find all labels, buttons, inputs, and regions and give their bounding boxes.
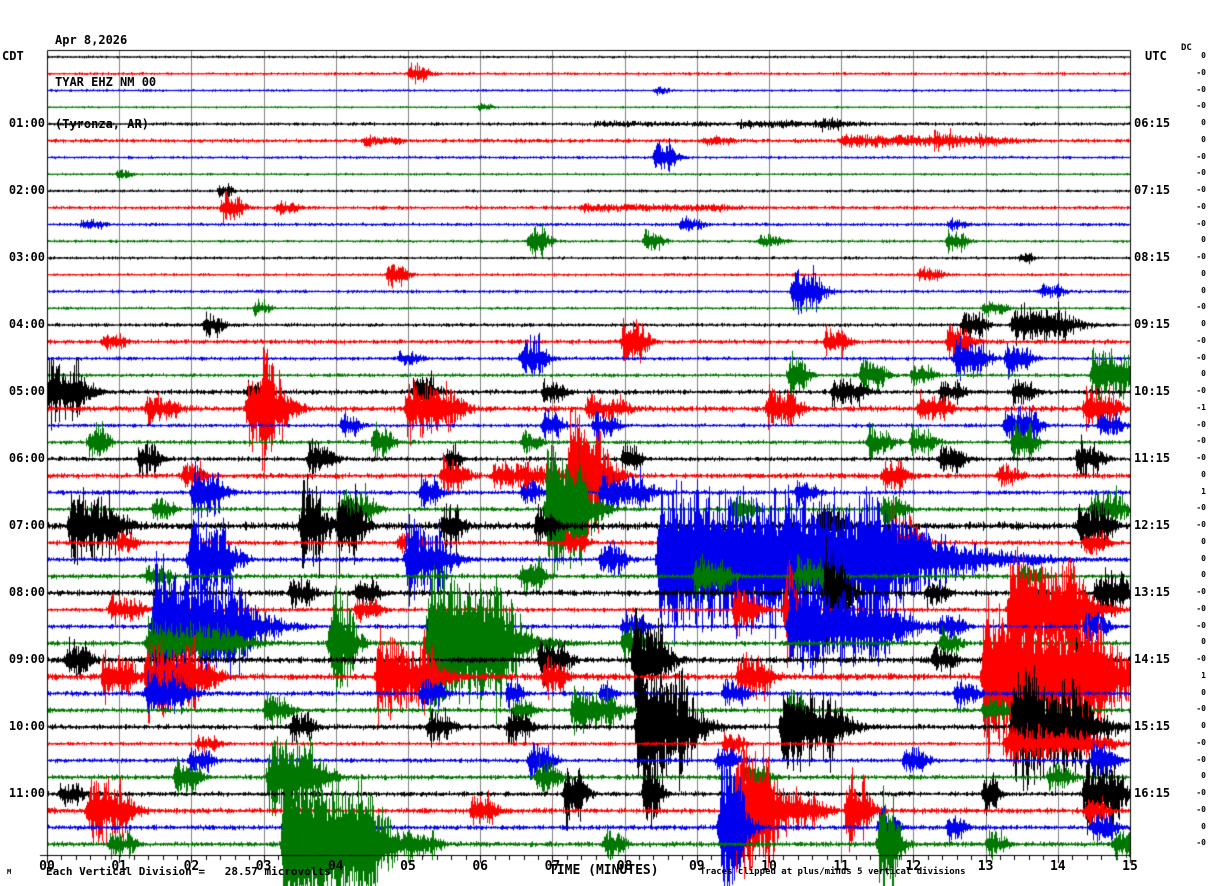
dc-value: -0 bbox=[1196, 151, 1206, 161]
dc-value: 0 bbox=[1201, 369, 1206, 379]
left-time-label: 07:00 bbox=[8, 518, 45, 532]
plot-header: Apr 8,2026 TYAR EHZ NM 00 (Tyronza, AR) bbox=[55, 5, 156, 145]
dc-value: -0 bbox=[1196, 520, 1206, 529]
left-time-label: 01:00 bbox=[8, 116, 45, 130]
right-time-label: 14:15 bbox=[1134, 652, 1171, 666]
dc-value: 0 bbox=[1201, 268, 1206, 278]
right-time-label: 11:15 bbox=[1134, 451, 1171, 465]
dc-value: -0 bbox=[1196, 185, 1206, 194]
left-time-label: 03:00 bbox=[8, 250, 45, 264]
right-time-label: 08:15 bbox=[1134, 250, 1171, 264]
dc-value: -0 bbox=[1196, 419, 1206, 429]
dc-value: -0 bbox=[1196, 737, 1206, 747]
helicorder-page: { "header": { "date": "Apr 8,2026", "sta… bbox=[0, 0, 1210, 886]
dc-value: 0 bbox=[1201, 118, 1206, 127]
x-tick-label: 06 bbox=[472, 859, 489, 874]
right-time-label: 12:15 bbox=[1134, 518, 1171, 532]
left-time-label: 05:00 bbox=[8, 384, 45, 398]
dc-value: -0 bbox=[1196, 302, 1206, 312]
dc-value: -0 bbox=[1196, 101, 1206, 111]
dc-value: 0 bbox=[1201, 235, 1206, 245]
dc-value: -0 bbox=[1196, 386, 1206, 395]
dc-value: 1 bbox=[1201, 486, 1206, 496]
helicorder-plot-canvas bbox=[0, 0, 1210, 886]
x-tick-label: 14 bbox=[1049, 859, 1066, 874]
right-time-label: 16:15 bbox=[1134, 786, 1171, 800]
x-tick-label: 05 bbox=[400, 859, 416, 874]
dc-value: 0 bbox=[1201, 771, 1206, 781]
dc-value: -0 bbox=[1196, 587, 1206, 596]
dc-value: 0 bbox=[1201, 51, 1206, 60]
left-timezone-label: CDT bbox=[2, 49, 24, 63]
right-time-label: 06:15 bbox=[1134, 116, 1171, 130]
right-timezone-label: UTC bbox=[1145, 49, 1167, 63]
dc-value: -0 bbox=[1196, 352, 1206, 362]
dc-value: 0 bbox=[1201, 134, 1206, 144]
header-date: Apr 8,2026 bbox=[55, 33, 128, 47]
dc-value: -0 bbox=[1196, 838, 1206, 848]
dc-value: -0 bbox=[1196, 654, 1206, 663]
right-time-label: 09:15 bbox=[1134, 317, 1171, 331]
right-time-label: 13:15 bbox=[1134, 585, 1171, 599]
dc-value: 0 bbox=[1201, 821, 1206, 831]
dc-value: 1 bbox=[1201, 670, 1206, 680]
dc-value: -0 bbox=[1196, 503, 1206, 513]
dc-value: 0 bbox=[1201, 553, 1206, 563]
dc-value: -0 bbox=[1196, 335, 1206, 345]
dc-value: -0 bbox=[1196, 453, 1206, 462]
dc-value: -1 bbox=[1196, 402, 1206, 412]
left-time-label: 10:00 bbox=[8, 719, 45, 733]
dc-value: -0 bbox=[1196, 788, 1206, 797]
dc-value: -0 bbox=[1196, 704, 1206, 714]
x-axis-title: TIME (MINUTES) bbox=[549, 863, 659, 878]
right-time-label: 15:15 bbox=[1134, 719, 1171, 733]
left-time-label: 09:00 bbox=[8, 652, 45, 666]
dc-value: 0 bbox=[1201, 536, 1206, 546]
dc-value: -0 bbox=[1196, 436, 1206, 446]
left-time-label: 11:00 bbox=[8, 786, 45, 800]
dc-value: -0 bbox=[1196, 804, 1206, 814]
header-station: TYAR EHZ NM 00 bbox=[55, 75, 157, 89]
dc-value: 0 bbox=[1201, 285, 1206, 295]
left-time-label: 04:00 bbox=[8, 317, 45, 331]
header-location: (Tyronza, AR) bbox=[55, 117, 149, 131]
dc-value: 0 bbox=[1201, 319, 1206, 328]
dc-value: -0 bbox=[1196, 603, 1206, 613]
dc-value: -0 bbox=[1196, 84, 1206, 94]
dc-value: 0 bbox=[1201, 687, 1206, 697]
dc-value: -0 bbox=[1196, 218, 1206, 228]
dc-value: -0 bbox=[1196, 754, 1206, 764]
dc-value: 0 bbox=[1201, 721, 1206, 730]
dc-value: -0 bbox=[1196, 252, 1206, 261]
x-tick-label: 15 bbox=[1122, 859, 1138, 874]
dc-value: -0 bbox=[1196, 67, 1206, 77]
dc-value: -0 bbox=[1196, 201, 1206, 211]
left-time-label: 08:00 bbox=[8, 585, 45, 599]
dc-value: 0 bbox=[1201, 637, 1206, 647]
right-time-label: 10:15 bbox=[1134, 384, 1171, 398]
x-tick-label: 13 bbox=[977, 859, 994, 874]
dc-value: -0 bbox=[1196, 620, 1206, 630]
right-time-label: 07:15 bbox=[1134, 183, 1171, 197]
dc-value: 0 bbox=[1201, 570, 1206, 580]
left-time-label: 06:00 bbox=[8, 451, 45, 465]
clip-note: Traces clipped at plus/minus 5 vertical … bbox=[700, 867, 966, 877]
left-time-label: 02:00 bbox=[8, 183, 45, 197]
watermark-glyph: M bbox=[7, 868, 12, 876]
dc-value: -0 bbox=[1196, 168, 1206, 178]
dc-value: 0 bbox=[1201, 469, 1206, 479]
scale-note: Each Vertical Division = 28.57 microvolt… bbox=[46, 865, 331, 878]
